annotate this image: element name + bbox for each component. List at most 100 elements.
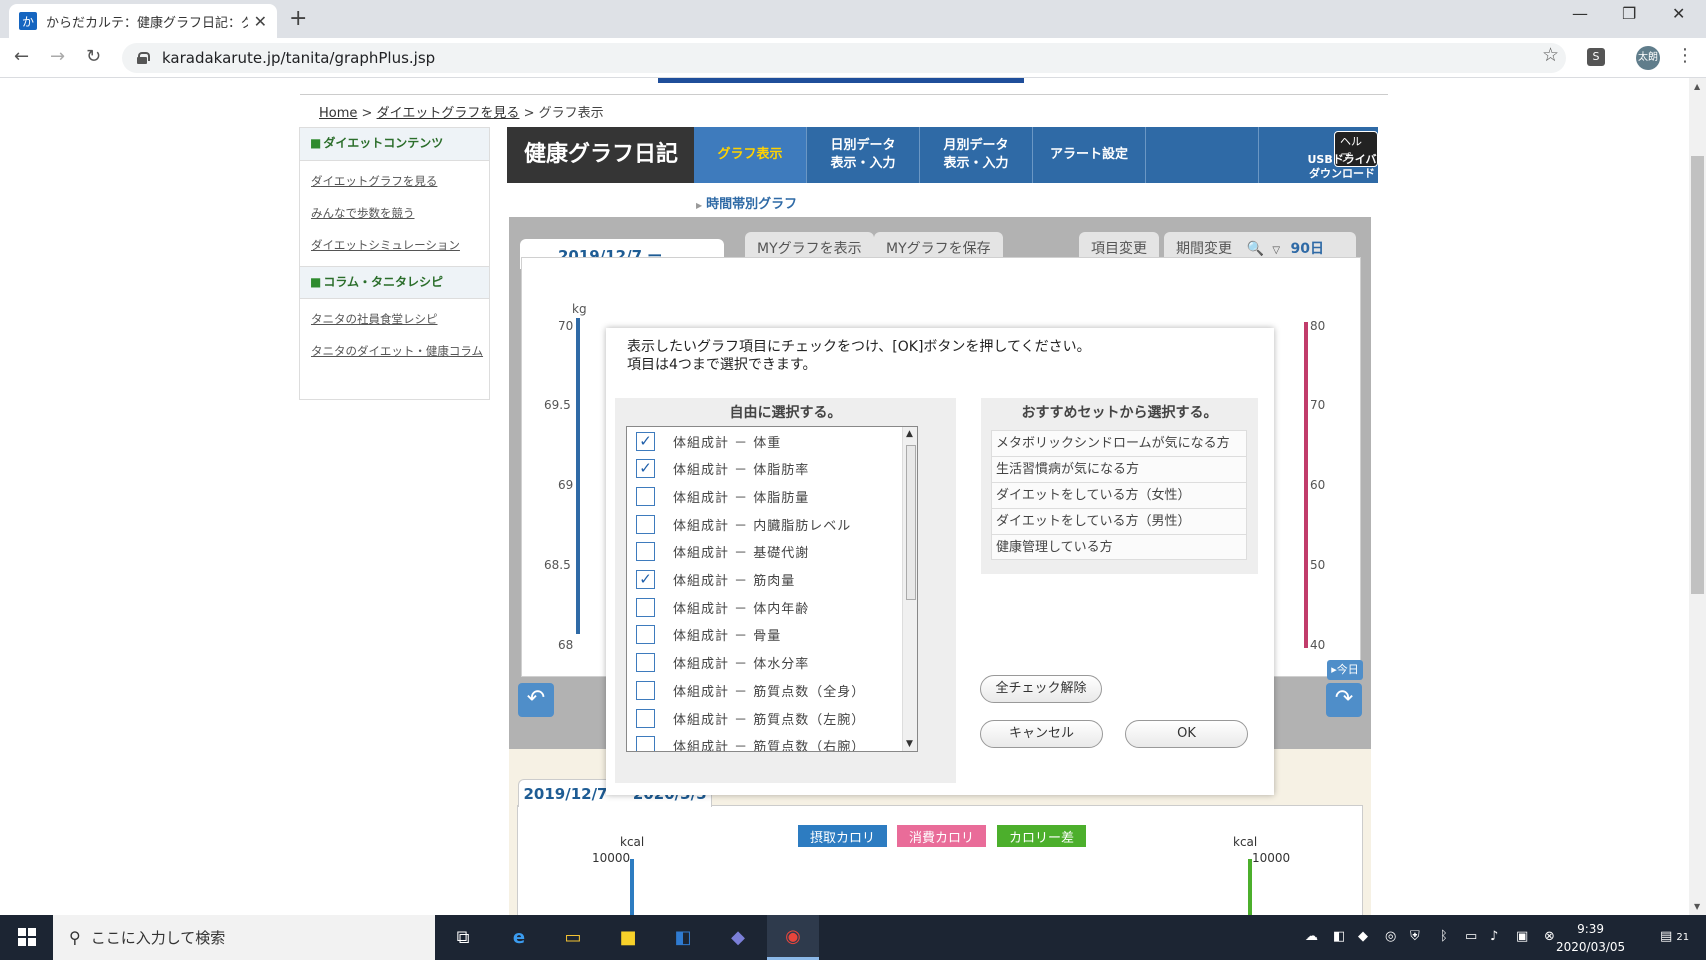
window-close-icon[interactable]: ✕ [1672, 4, 1685, 23]
checkbox-icon[interactable] [636, 653, 655, 673]
browser-menu-icon[interactable]: ⋮ [1676, 45, 1694, 66]
minimize-icon[interactable]: — [1572, 4, 1588, 23]
period-change-control[interactable]: 期間変更 🔍 ▽ 90日 [1164, 232, 1356, 260]
checkbox-icon[interactable] [636, 486, 655, 506]
tab-daily-data[interactable]: 日別データ 表示・入力 [807, 127, 920, 183]
previous-period-button[interactable]: ↶ [518, 683, 554, 717]
cancel-button[interactable]: キャンセル [980, 720, 1103, 748]
checkbox-icon[interactable] [636, 680, 655, 700]
checkbox-icon[interactable] [636, 514, 655, 534]
scroll-down-icon[interactable]: ▼ [906, 739, 913, 749]
windows-start-icon[interactable] [18, 928, 36, 946]
network-icon[interactable]: ▣ [1516, 929, 1528, 944]
next-period-button[interactable]: ↷ [1326, 683, 1362, 717]
back-arrow-icon[interactable]: ← [14, 46, 29, 67]
reload-icon[interactable]: ↻ [86, 46, 101, 67]
my-graph-show-button[interactable]: MYグラフを表示 [745, 232, 874, 260]
graph-item-row[interactable]: ✓ 体組成計 － 体脂肪率 [627, 455, 899, 483]
graph-item-row[interactable]: 体組成計 － 筋質点数（左腕） [627, 704, 899, 732]
taskbar-clock[interactable]: 9:39 2020/03/05 [1556, 920, 1625, 956]
graph-item-row[interactable]: 体組成計 － 筋質点数（全身） [627, 676, 899, 704]
recommended-set-item[interactable]: 健康管理している方 [991, 534, 1247, 560]
ok-button[interactable]: OK [1125, 720, 1248, 748]
sidebar-link-health-column[interactable]: タニタのダイエット・健康コラム [300, 335, 489, 367]
notification-center-icon[interactable]: ▤ 21 [1660, 929, 1689, 944]
list-scrollbar[interactable]: ▲ ▼ [902, 427, 917, 751]
graph-item-row[interactable]: ✓ 体組成計 － 体重 [627, 427, 899, 455]
taskbar-search-placeholder: ここに入力して検索 [90, 929, 226, 947]
graph-item-row[interactable]: 体組成計 － 骨量 [627, 621, 899, 649]
new-tab-plus-icon[interactable]: + [289, 6, 307, 31]
graph-item-row[interactable]: 体組成計 － 内臓脂肪レベル [627, 510, 899, 538]
legend-calorie-diff: カロリー差 [997, 825, 1087, 847]
sidebar-link-cafeteria-recipe[interactable]: タニタの社員食堂レシピ [300, 303, 489, 335]
today-button[interactable]: ▸今日 [1327, 660, 1363, 680]
my-graph-save-button[interactable]: MYグラフを保存 [874, 232, 1003, 260]
tab-graph-display[interactable]: グラフ表示 [694, 127, 807, 183]
bluetooth-icon[interactable]: ᛒ [1440, 929, 1448, 944]
tab-monthly-data[interactable]: 月別データ 表示・入力 [920, 127, 1033, 183]
recommended-set-item[interactable]: ダイエットをしている方（女性） [991, 482, 1247, 508]
breadcrumb-separator: > [357, 106, 377, 121]
volume-icon[interactable]: ♪ [1490, 929, 1498, 944]
checkbox-icon[interactable] [636, 597, 655, 617]
task-view-icon[interactable]: ⧉ [437, 915, 489, 960]
profile-avatar[interactable]: 太朗 [1636, 46, 1660, 70]
graph-item-row[interactable]: 体組成計 － 基礎代謝 [627, 538, 899, 566]
scroll-thumb[interactable] [906, 445, 916, 600]
checkbox-icon[interactable] [636, 708, 655, 728]
graph-item-row[interactable]: 体組成計 － 体水分率 [627, 649, 899, 677]
close-tab-icon[interactable]: ✕ [254, 12, 267, 31]
checkbox-icon[interactable] [636, 736, 655, 751]
graph-item-row[interactable]: 体組成計 － 体脂肪量 [627, 482, 899, 510]
browser-tab[interactable]: か からだカルテ：健康グラフ日記：グラ ✕ [9, 4, 277, 38]
recommended-set-item[interactable]: 生活習慣病が気になる方 [991, 456, 1247, 482]
sidebar-link-step-compete[interactable]: みんなで歩数を競う [300, 197, 489, 229]
outlook-tray-icon[interactable]: ◧ [1333, 929, 1345, 944]
battery-icon[interactable]: ▭ [1465, 929, 1477, 944]
forward-arrow-icon[interactable]: → [50, 46, 65, 67]
page-scrollbar[interactable]: ▲ ▼ [1689, 78, 1706, 915]
graph-item-list[interactable]: ✓ 体組成計 － 体重 ✓ 体組成計 － 体脂肪率 体組成計 － 体脂肪量 体組成計 － … [626, 426, 918, 752]
chrome-icon[interactable]: ◉ [767, 915, 819, 960]
address-bar[interactable]: karadakarute.jp/tanita/graphPlus.jsp [122, 43, 1566, 73]
restore-icon[interactable]: ❐ [1622, 4, 1636, 23]
sidebar-link-diet-simulation[interactable]: ダイエットシミュレーション [300, 229, 489, 261]
recommended-set-item[interactable]: メタボリックシンドロームが気になる方 [991, 430, 1247, 456]
sticky-notes-icon[interactable]: ■ [602, 915, 654, 960]
close-circle-icon[interactable]: ⊗ [1544, 929, 1555, 944]
page-scroll-thumb[interactable] [1691, 156, 1704, 594]
recommended-set-item[interactable]: ダイエットをしている方（男性） [991, 508, 1247, 534]
checkbox-checked-icon[interactable]: ✓ [636, 459, 655, 479]
scroll-up-icon[interactable]: ▲ [906, 429, 913, 439]
sidebar-link-diet-graph[interactable]: ダイエットグラフを見る [300, 165, 489, 197]
breadcrumb-home-link[interactable]: Home [319, 106, 357, 121]
checkbox-icon[interactable] [636, 625, 655, 645]
graph-item-row[interactable]: ✓ 体組成計 － 筋肉量 [627, 566, 899, 594]
checkbox-checked-icon[interactable]: ✓ [636, 431, 655, 451]
page-scroll-up-icon[interactable]: ▲ [1694, 82, 1700, 91]
file-explorer-icon[interactable]: ▭ [547, 915, 599, 960]
app-tray-icon[interactable]: ◎ [1385, 929, 1396, 944]
bookmark-star-icon[interactable]: ☆ [1542, 44, 1559, 66]
change-items-button[interactable]: 項目変更 [1079, 232, 1159, 260]
time-of-day-graph-link[interactable]: 時間帯別グラフ [696, 193, 797, 212]
breadcrumb-diet-graph-link[interactable]: ダイエットグラフを見る [377, 106, 520, 121]
teams-tray-icon[interactable]: ◆ [1358, 929, 1368, 944]
calorie-unit-left: kcal [620, 835, 645, 849]
onedrive-icon[interactable]: ☁ [1305, 929, 1318, 944]
taskbar-search-box[interactable]: ⚲ ここに入力して検索 [53, 915, 435, 960]
edge-browser-icon[interactable]: e [493, 915, 545, 960]
graph-item-row[interactable]: 体組成計 － 筋質点数（右腕） [627, 732, 899, 751]
checkbox-icon[interactable] [636, 542, 655, 562]
uncheck-all-button[interactable]: 全チェック解除 [980, 675, 1102, 703]
page-scroll-down-icon[interactable]: ▼ [1694, 902, 1700, 911]
security-shield-icon[interactable]: ⛨ [1410, 929, 1420, 944]
extension-icon[interactable]: S [1587, 48, 1605, 66]
graph-item-row[interactable]: 体組成計 － 体内年齢 [627, 593, 899, 621]
outlook-icon[interactable]: ◧ [657, 915, 709, 960]
checkbox-checked-icon[interactable]: ✓ [636, 570, 655, 589]
usb-driver-download-link[interactable]: USBドライバ ダウンロード [1303, 153, 1381, 182]
tab-alert-settings[interactable]: アラート設定 [1033, 127, 1146, 183]
teams-icon[interactable]: ◆ [712, 915, 764, 960]
